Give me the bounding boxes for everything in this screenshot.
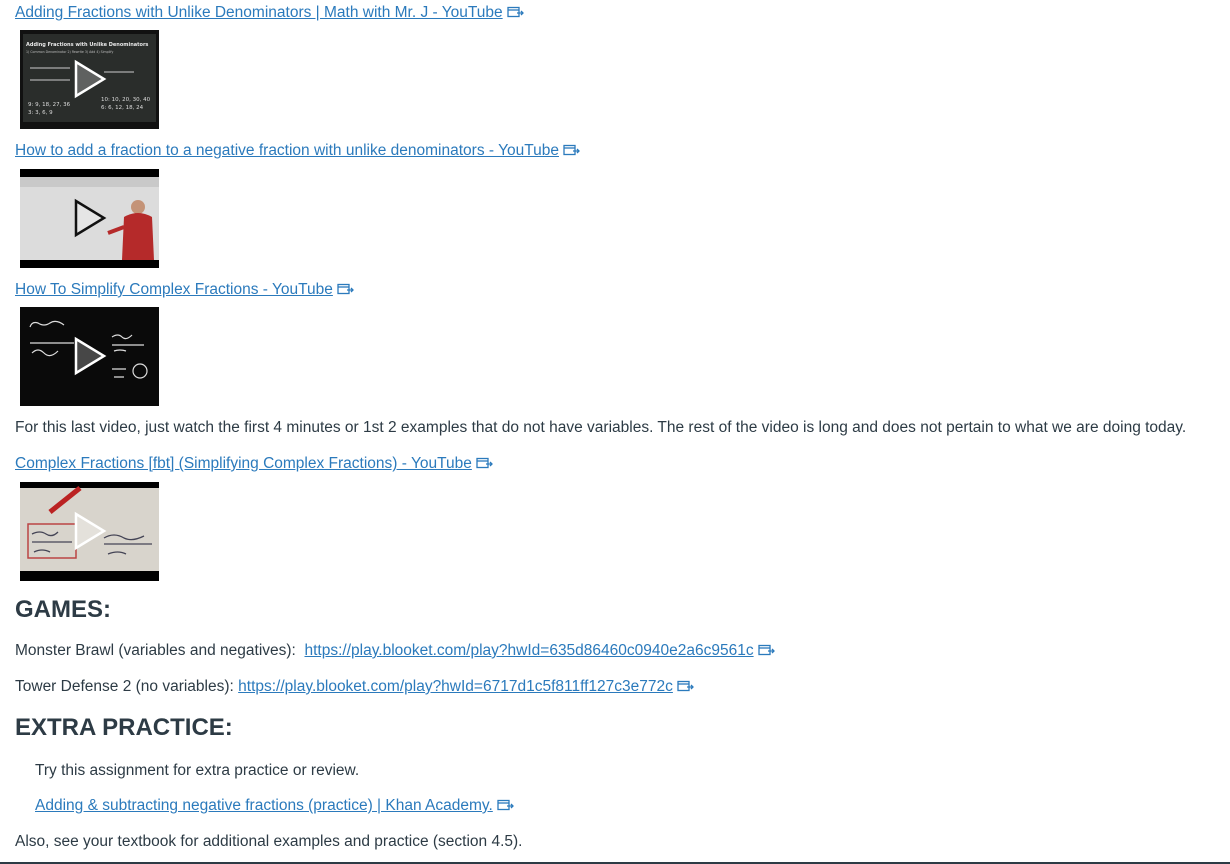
game-link-monster-brawl[interactable]: https://play.blooket.com/play?hwId=635d8… bbox=[304, 642, 753, 659]
video-link-negative-fraction[interactable]: How to add a fraction to a negative frac… bbox=[15, 142, 559, 159]
extra-practice-link-row: Adding & subtracting negative fractions … bbox=[35, 797, 514, 815]
video-link-row: Complex Fractions [fbt] (Simplifying Com… bbox=[15, 455, 493, 473]
video-link-simplify-complex[interactable]: How To Simplify Complex Fractions - YouT… bbox=[15, 281, 333, 298]
thumb-lcd-text: 3: 3, 6, 9 bbox=[28, 110, 53, 116]
external-link-icon[interactable] bbox=[563, 144, 580, 156]
extra-practice-intro: Try this assignment for extra practice o… bbox=[35, 762, 360, 779]
video-link-complex-fractions-fbt[interactable]: Complex Fractions [fbt] (Simplifying Com… bbox=[15, 455, 472, 472]
game-label: Monster Brawl (variables and negatives): bbox=[15, 642, 296, 659]
extra-practice-heading: EXTRA PRACTICE: bbox=[15, 714, 233, 741]
external-link-icon[interactable] bbox=[506, 6, 524, 18]
external-link-icon[interactable] bbox=[337, 283, 354, 295]
thumb-lcd-text: 9: 9, 18, 27, 36 bbox=[28, 102, 71, 108]
thumb-steps-text: 1) Common Denominator 2) Rewrite 3) Add … bbox=[26, 50, 113, 54]
khan-academy-link[interactable]: Adding & subtracting negative fractions … bbox=[35, 797, 493, 814]
game-label: Tower Defense 2 (no variables): bbox=[15, 678, 234, 695]
games-heading: GAMES: bbox=[15, 596, 111, 623]
thumb-lcd-text: 10: 10, 20, 30, 40 bbox=[101, 97, 151, 103]
game-item: Tower Defense 2 (no variables): https://… bbox=[15, 678, 694, 696]
game-item: Monster Brawl (variables and negatives):… bbox=[15, 642, 775, 660]
external-link-icon[interactable] bbox=[757, 644, 775, 656]
video-thumbnail-adding-fractions[interactable]: Adding Fractions with Unlike Denominator… bbox=[20, 30, 159, 129]
external-link-icon[interactable] bbox=[677, 680, 694, 692]
video-thumbnail-complex-fractions-fbt[interactable] bbox=[20, 482, 159, 581]
video-link-row: How to add a fraction to a negative frac… bbox=[15, 142, 580, 160]
video-link-adding-fractions[interactable]: Adding Fractions with Unlike Denominator… bbox=[15, 4, 503, 21]
video-link-row: How To Simplify Complex Fractions - YouT… bbox=[15, 281, 354, 299]
game-link-tower-defense[interactable]: https://play.blooket.com/play?hwId=6717d… bbox=[238, 678, 673, 695]
video-thumbnail-simplify-complex[interactable] bbox=[20, 307, 159, 406]
textbook-note: Also, see your textbook for additional e… bbox=[15, 833, 523, 850]
video-thumbnail-negative-fraction[interactable] bbox=[20, 169, 159, 268]
thumb-title-text: Adding Fractions with Unlike Denominator… bbox=[26, 42, 148, 48]
external-link-icon[interactable] bbox=[476, 457, 493, 469]
thumb-lcd-text: 6: 6, 12, 18, 24 bbox=[101, 105, 144, 111]
video-note: For this last video, just watch the firs… bbox=[15, 419, 1187, 436]
video-link-row: Adding Fractions with Unlike Denominator… bbox=[15, 4, 524, 22]
external-link-icon[interactable] bbox=[497, 799, 514, 811]
